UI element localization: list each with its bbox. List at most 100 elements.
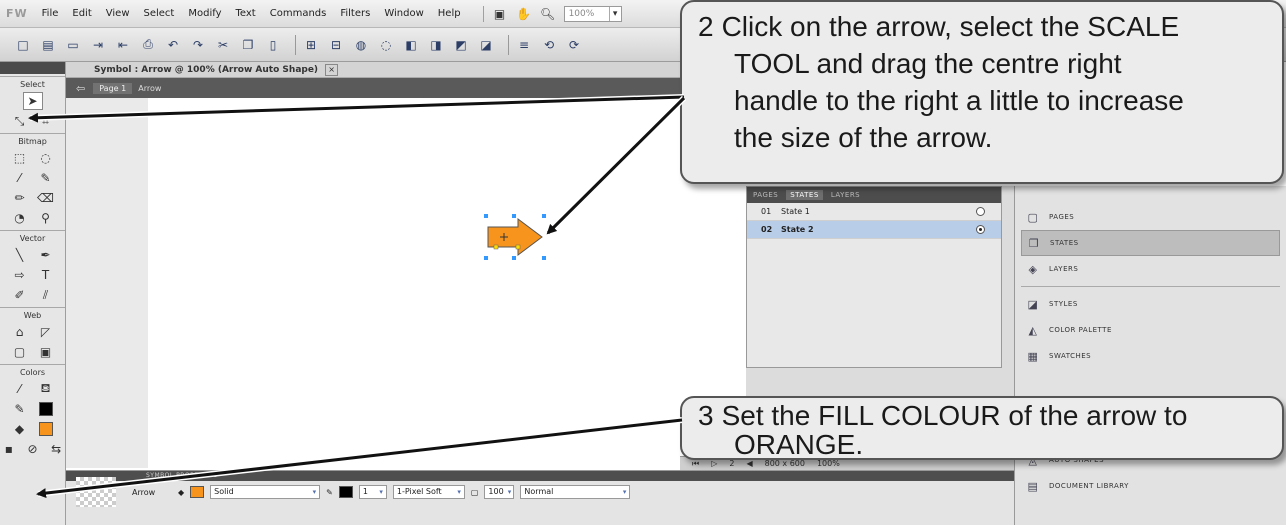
state-row[interactable]: 01 State 1: [747, 203, 1001, 221]
copy-icon[interactable]: ❐: [239, 36, 257, 54]
align-icon[interactable]: ≡: [515, 36, 533, 54]
no-color-icon[interactable]: ⊘: [24, 440, 42, 458]
selection-handle[interactable]: [484, 214, 488, 218]
stroke-color-swatch[interactable]: [36, 400, 56, 418]
marquee-tool-icon[interactable]: ⬚: [10, 149, 30, 167]
bring-front-icon[interactable]: ◧: [402, 36, 420, 54]
print-icon[interactable]: ⎙: [139, 36, 157, 54]
zoom-select[interactable]: 100% ▾: [563, 5, 622, 22]
blur-tool-icon[interactable]: ◔: [10, 209, 30, 227]
magic-wand-tool-icon[interactable]: ⁄: [10, 169, 30, 187]
crop-tool-icon[interactable]: ⌗: [36, 112, 56, 130]
scale-tool-icon[interactable]: ⤡: [10, 112, 30, 130]
layout-icon[interactable]: ▣: [492, 6, 508, 22]
shape-control-point[interactable]: [515, 244, 521, 250]
tab-pages[interactable]: PAGES: [753, 191, 778, 199]
eyedropper-tool-icon[interactable]: ⁄: [10, 380, 30, 398]
document-canvas[interactable]: [148, 98, 746, 468]
send-backward-icon[interactable]: ◩: [452, 36, 470, 54]
rotate-left-icon[interactable]: ⟲: [540, 36, 558, 54]
send-back-icon[interactable]: ◪: [477, 36, 495, 54]
menu-select[interactable]: Select: [144, 8, 175, 19]
menu-commands[interactable]: Commands: [270, 8, 327, 19]
menu-text[interactable]: Text: [236, 8, 256, 19]
selection-handle[interactable]: [512, 256, 516, 260]
menu-file[interactable]: File: [42, 8, 59, 19]
selection-handle[interactable]: [484, 256, 488, 260]
selection-handle[interactable]: [542, 214, 546, 218]
blend-mode-select[interactable]: Normal ▾: [520, 485, 631, 499]
export-icon[interactable]: ⇤: [114, 36, 132, 54]
join-icon[interactable]: ◍: [352, 36, 370, 54]
arrow-shape[interactable]: [484, 213, 548, 261]
brush-tool-icon[interactable]: ✎: [36, 169, 56, 187]
dock-item-layers[interactable]: ◈ LAYERS: [1015, 256, 1286, 282]
close-tab-icon[interactable]: ×: [325, 64, 338, 76]
paint-bucket-tool-icon[interactable]: ⛾: [36, 380, 56, 398]
swap-colors-icon[interactable]: ⇆: [47, 440, 65, 458]
import-icon[interactable]: ⇥: [89, 36, 107, 54]
cut-icon[interactable]: ✂: [214, 36, 232, 54]
state-row[interactable]: 02 State 2: [747, 221, 1001, 239]
menu-filters[interactable]: Filters: [340, 8, 370, 19]
show-slices-icon[interactable]: ▣: [36, 343, 56, 361]
properties-tab[interactable]: SYMBOL PROPERTIES: [66, 471, 1014, 481]
dock-item-color-palette[interactable]: ◭ COLOR PALETTE: [1015, 317, 1286, 343]
text-tool-icon[interactable]: T: [36, 266, 56, 284]
zoom-icon[interactable]: 🔍︎: [540, 6, 556, 22]
default-colors-icon[interactable]: ▪: [0, 440, 18, 458]
state-radio[interactable]: [976, 225, 985, 234]
selection-handle[interactable]: [542, 256, 546, 260]
hotspot-tool-icon[interactable]: ⌂: [10, 323, 30, 341]
document-tab[interactable]: Symbol : Arrow @ 100% (Arrow Auto Shape)…: [66, 62, 746, 78]
knife-tool-icon[interactable]: ⫽: [36, 286, 56, 304]
pencil-tool-icon[interactable]: ✏: [10, 189, 30, 207]
menu-modify[interactable]: Modify: [188, 8, 221, 19]
play-icon[interactable]: ▷: [711, 459, 717, 468]
undo-icon[interactable]: ↶: [164, 36, 182, 54]
menu-view[interactable]: View: [106, 8, 130, 19]
fill-color-box[interactable]: [190, 486, 205, 498]
pointer-tool-icon[interactable]: ➤: [22, 92, 43, 110]
menu-help[interactable]: Help: [438, 8, 461, 19]
save-icon[interactable]: ▤: [39, 36, 57, 54]
rotate-right-icon[interactable]: ⟳: [565, 36, 583, 54]
selection-handle[interactable]: [512, 214, 516, 218]
shape-control-point[interactable]: [493, 244, 499, 250]
state-radio[interactable]: [976, 207, 985, 216]
tab-layers[interactable]: LAYERS: [831, 191, 860, 199]
freeform-tool-icon[interactable]: ✐: [10, 286, 30, 304]
dock-item-document-library[interactable]: ▤ DOCUMENT LIBRARY: [1015, 473, 1286, 499]
dock-item-states[interactable]: ❐ STATES: [1021, 230, 1280, 256]
audio-icon[interactable]: ◀: [746, 459, 752, 468]
first-page-icon[interactable]: ⏮: [692, 459, 699, 469]
stroke-size-select[interactable]: 1 ▾: [358, 485, 387, 499]
eraser-tool-icon[interactable]: ⌫: [36, 189, 56, 207]
lasso-tool-icon[interactable]: ◌: [36, 149, 56, 167]
status-zoom[interactable]: 100%: [817, 459, 840, 468]
dock-item-styles[interactable]: ◪ STYLES: [1015, 291, 1286, 317]
stroke-type-select[interactable]: 1-Pixel Soft ▾: [392, 485, 465, 499]
hand-icon[interactable]: ✋: [516, 6, 532, 22]
breadcrumb-symbol[interactable]: Arrow: [138, 84, 161, 93]
redo-icon[interactable]: ↷: [189, 36, 207, 54]
fill-type-select[interactable]: Solid ▾: [210, 485, 321, 499]
pen-tool-icon[interactable]: ✒: [36, 246, 56, 264]
fill-color-swatch[interactable]: [36, 420, 56, 438]
menu-window[interactable]: Window: [384, 8, 423, 19]
bring-forward-icon[interactable]: ◨: [427, 36, 445, 54]
hide-slices-icon[interactable]: ▢: [10, 343, 30, 361]
ungroup-icon[interactable]: ⊟: [327, 36, 345, 54]
paste-icon[interactable]: ▯: [264, 36, 282, 54]
shape-tool-icon[interactable]: ⇨: [10, 266, 30, 284]
split-icon[interactable]: ◌: [377, 36, 395, 54]
menu-edit[interactable]: Edit: [72, 8, 91, 19]
slice-tool-icon[interactable]: ◸: [36, 323, 56, 341]
dock-item-swatches[interactable]: ▦ SWATCHES: [1015, 343, 1286, 369]
line-tool-icon[interactable]: ╲: [10, 246, 30, 264]
back-arrow-icon[interactable]: ⇦: [76, 82, 85, 95]
stroke-color-box[interactable]: [338, 486, 353, 498]
stamp-tool-icon[interactable]: ⚲: [36, 209, 56, 227]
group-icon[interactable]: ⊞: [302, 36, 320, 54]
breadcrumb-page[interactable]: Page 1: [93, 82, 133, 94]
